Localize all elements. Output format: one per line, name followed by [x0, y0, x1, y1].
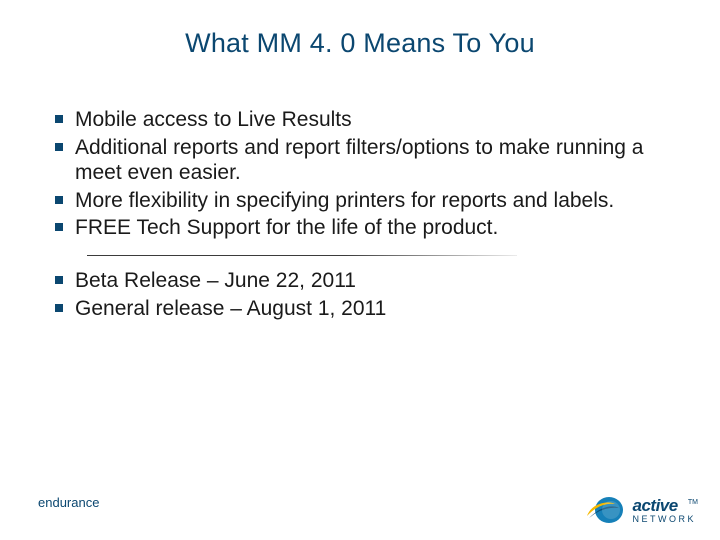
footer: endurance active NETWORK TM	[0, 486, 720, 540]
list-item: Beta Release – June 22, 2011	[45, 268, 675, 294]
slide-title: What MM 4. 0 Means To You	[45, 28, 675, 59]
logo-brand-top: active	[633, 497, 697, 514]
slide: What MM 4. 0 Means To You Mobile access …	[0, 0, 720, 540]
footer-label: endurance	[38, 495, 99, 510]
list-item: More flexibility in specifying printers …	[45, 188, 675, 214]
logo-tm: TM	[688, 499, 698, 506]
logo-text-block: active NETWORK TM	[633, 497, 697, 524]
brand-logo: active NETWORK TM	[585, 496, 697, 524]
bullet-list-bottom: Beta Release – June 22, 2011 General rel…	[45, 268, 675, 321]
bullet-list-top: Mobile access to Live Results Additional…	[45, 107, 675, 241]
list-item: General release – August 1, 2011	[45, 296, 675, 322]
list-item: FREE Tech Support for the life of the pr…	[45, 215, 675, 241]
list-item: Additional reports and report filters/op…	[45, 135, 675, 186]
swoosh-icon	[585, 496, 627, 524]
logo-brand-bottom: NETWORK	[633, 515, 697, 524]
list-item: Mobile access to Live Results	[45, 107, 675, 133]
divider	[87, 255, 517, 256]
